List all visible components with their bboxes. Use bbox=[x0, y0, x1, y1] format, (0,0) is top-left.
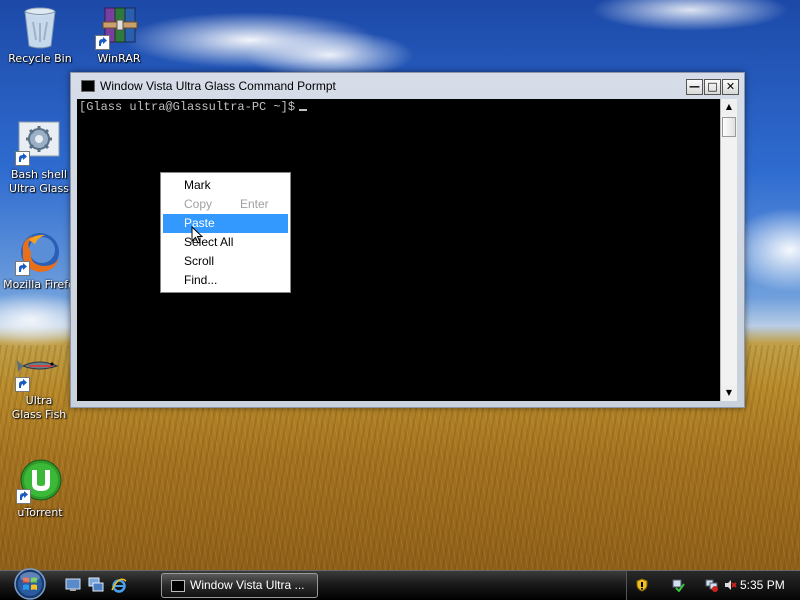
shortcut-arrow-icon bbox=[95, 35, 110, 50]
menu-item-label: Find... bbox=[184, 273, 218, 287]
internet-explorer-icon[interactable] bbox=[111, 577, 127, 593]
menu-item-copy[interactable]: Copy Enter bbox=[163, 195, 288, 214]
desktop-icon-label: uTorrent bbox=[17, 506, 63, 519]
winrar-icon bbox=[95, 4, 143, 50]
context-menu: Mark Copy Enter Paste Select All Scroll F… bbox=[160, 172, 291, 293]
desktop-icon-label: Recycle Bin bbox=[8, 52, 72, 65]
shortcut-arrow-icon bbox=[15, 377, 30, 392]
utorrent-icon bbox=[16, 458, 64, 504]
console-icon bbox=[81, 80, 95, 92]
scroll-up-arrow-icon[interactable]: ▲ bbox=[721, 99, 737, 115]
desktop-icon-utorrent[interactable]: uTorrent bbox=[1, 458, 79, 520]
vertical-scrollbar[interactable]: ▲ ▼ bbox=[720, 99, 737, 401]
menu-item-shortcut: Enter bbox=[240, 197, 269, 211]
menu-item-select-all[interactable]: Select All bbox=[163, 233, 288, 252]
text-cursor bbox=[299, 109, 308, 111]
menu-item-paste[interactable]: Paste bbox=[163, 214, 288, 233]
menu-item-scroll[interactable]: Scroll bbox=[163, 252, 288, 271]
desktop-icon-firefox[interactable]: Mozilla Firefo bbox=[0, 230, 78, 292]
minimize-button[interactable]: — bbox=[686, 79, 703, 95]
menu-item-label: Copy bbox=[184, 197, 213, 211]
taskbar-button-label: Window Vista Ultra ... bbox=[190, 578, 305, 592]
recycle-bin-icon bbox=[16, 4, 64, 50]
scrollbar-thumb[interactable] bbox=[722, 117, 736, 137]
close-button[interactable]: ✕ bbox=[722, 79, 739, 95]
volume-muted-icon[interactable] bbox=[723, 578, 737, 592]
menu-item-label: Scroll bbox=[184, 254, 215, 268]
desktop-icon-label: WinRAR bbox=[97, 52, 141, 65]
switch-windows-icon[interactable] bbox=[88, 577, 104, 593]
window-titlebar[interactable]: Window Vista Ultra Glass Command Pormpt … bbox=[75, 77, 740, 97]
shortcut-arrow-icon bbox=[15, 151, 30, 166]
menu-item-label: Mark bbox=[184, 178, 211, 192]
taskbar-button-command-prompt[interactable]: Window Vista Ultra ... bbox=[161, 573, 318, 598]
desktop-icon-winrar[interactable]: WinRAR bbox=[80, 4, 158, 66]
desktop-icon-bash-shell[interactable]: Bash shell Ultra Glass bbox=[0, 120, 78, 196]
shell-prompt: [Glass ultra@Glassultra-PC ~]$ bbox=[79, 100, 296, 114]
firefox-icon bbox=[15, 230, 63, 276]
taskbar-clock[interactable]: 5:35 PM bbox=[740, 578, 785, 592]
desktop-icon-label: Mozilla Firefo bbox=[3, 278, 75, 291]
shortcut-arrow-icon bbox=[16, 489, 31, 504]
security-shield-icon[interactable] bbox=[635, 578, 649, 592]
desktop-icon-label: Bash shell Ultra Glass bbox=[9, 168, 69, 195]
network-disconnected-icon[interactable] bbox=[705, 578, 719, 592]
menu-item-mark[interactable]: Mark bbox=[163, 176, 288, 195]
console-icon bbox=[171, 580, 185, 592]
menu-item-find[interactable]: Find... bbox=[163, 271, 288, 290]
desktop-icon-recycle-bin[interactable]: Recycle Bin bbox=[1, 4, 79, 66]
desktop-icon-label: Ultra Glass Fish bbox=[11, 394, 67, 421]
network-check-icon[interactable] bbox=[671, 578, 685, 592]
desktop-icon-ultra-glass-fish[interactable]: Ultra Glass Fish bbox=[0, 346, 78, 422]
scroll-down-arrow-icon[interactable]: ▼ bbox=[721, 385, 737, 401]
window-title: Window Vista Ultra Glass Command Pormpt bbox=[100, 79, 336, 93]
show-desktop-icon[interactable] bbox=[65, 577, 81, 593]
shortcut-arrow-icon bbox=[15, 261, 30, 276]
maximize-button[interactable]: □ bbox=[704, 79, 721, 95]
windows-orb-icon[interactable] bbox=[9, 566, 51, 600]
mouse-pointer-icon bbox=[191, 226, 203, 244]
fish-icon bbox=[15, 346, 63, 392]
gear-settings-icon bbox=[15, 120, 63, 166]
